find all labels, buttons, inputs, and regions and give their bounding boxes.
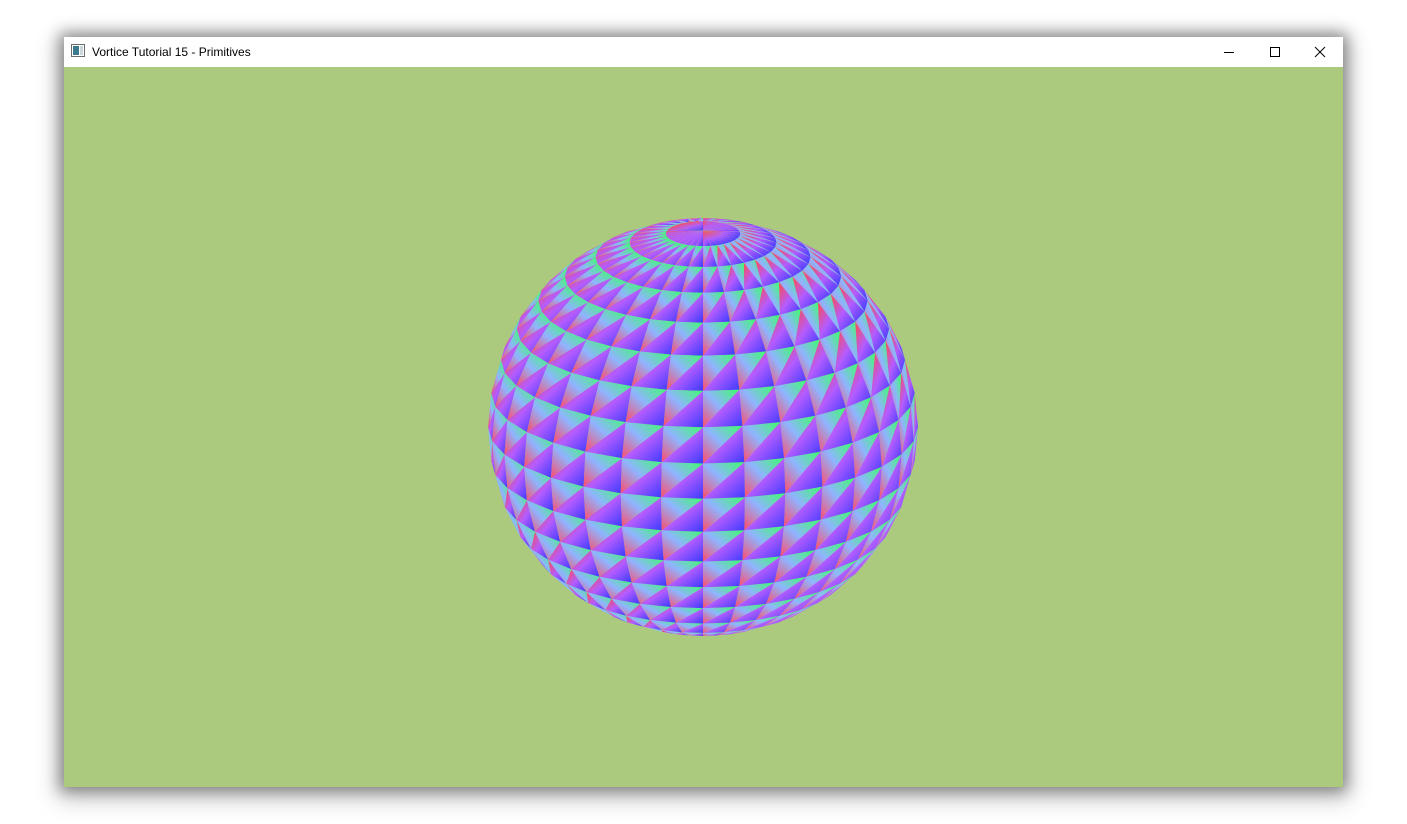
app-window: Vortice Tutorial 15 - Primitives: [64, 37, 1343, 787]
window-title: Vortice Tutorial 15 - Primitives: [92, 45, 251, 59]
window-app-icon[interactable]: [71, 44, 85, 57]
title-bar[interactable]: Vortice Tutorial 15 - Primitives: [64, 37, 1343, 67]
sphere-outline: [488, 218, 918, 636]
render-viewport[interactable]: [64, 67, 1343, 787]
minimize-button[interactable]: [1206, 37, 1252, 67]
maximize-icon: [1269, 46, 1281, 58]
close-icon: [1314, 46, 1326, 58]
close-button[interactable]: [1297, 37, 1343, 67]
maximize-button[interactable]: [1252, 37, 1298, 67]
sphere-render: [488, 218, 918, 636]
minimize-icon: [1223, 46, 1235, 58]
